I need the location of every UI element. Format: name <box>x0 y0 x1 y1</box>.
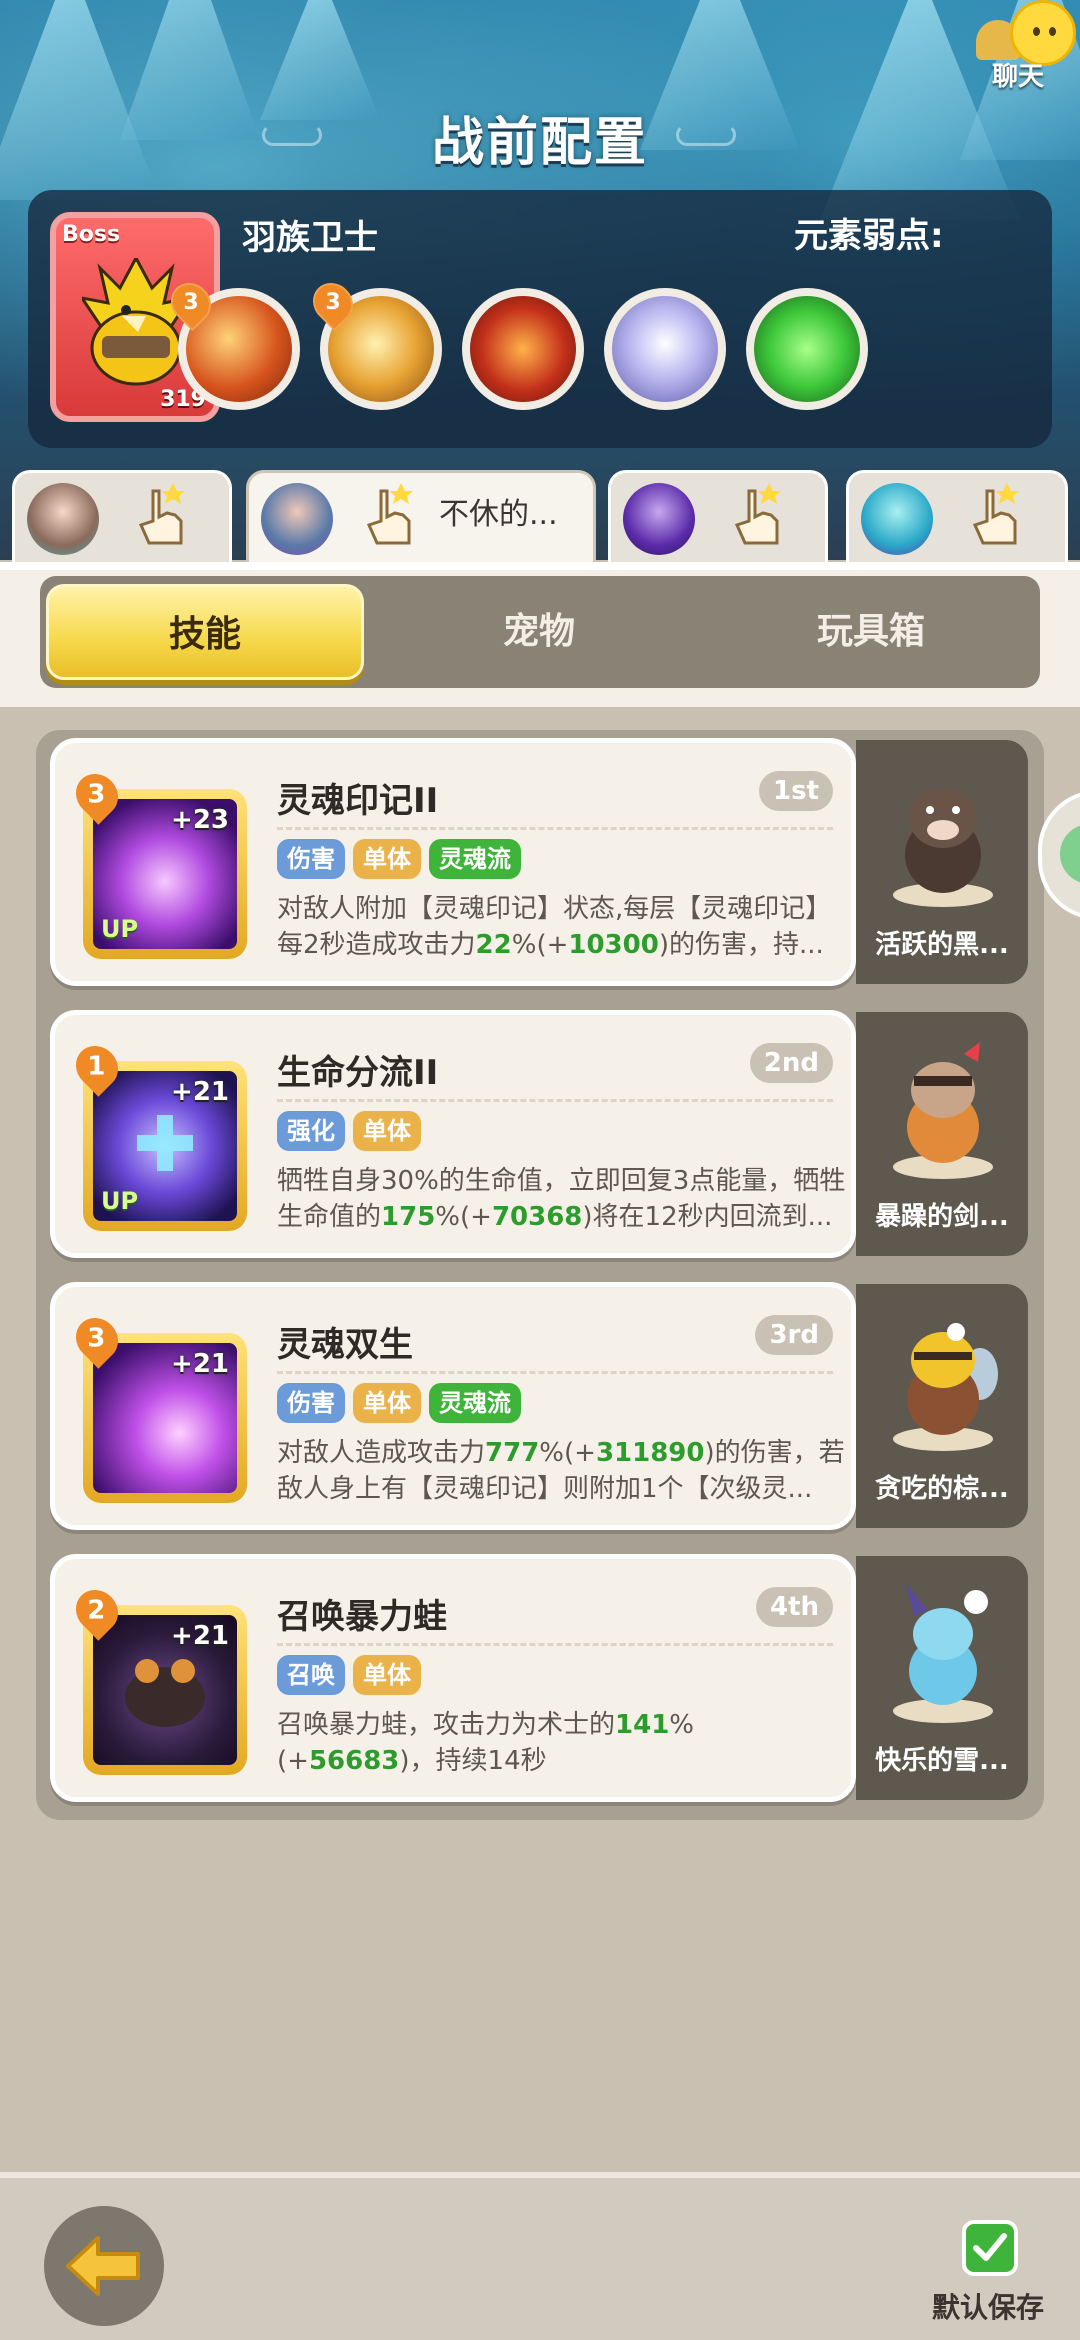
skill-tags: 强化 单体 <box>277 1111 421 1151</box>
skill-plus-level: +21 <box>171 1621 229 1651</box>
hero-avatar <box>861 483 933 555</box>
frog-icon <box>125 1659 205 1727</box>
violent-frog-icon: +21 <box>93 1615 237 1765</box>
tap-hand-icon <box>734 483 781 545</box>
skill-card-1[interactable]: +23 UP 3 灵魂印记II 1st 伤害 单体 灵魂流 对敌人附加【灵魂印记… <box>50 738 856 986</box>
tap-hand-icon <box>972 483 1019 545</box>
skill-description: 对敌人造成攻击力777%(+311890)的伤害，若敌人身上有【灵魂印记】则附加… <box>277 1438 845 1504</box>
skill-card-3[interactable]: +21 3 灵魂双生 3rd 伤害 单体 灵魂流 对敌人造成攻击力777%(+3… <box>50 1282 856 1530</box>
skill-up-tag: UP <box>101 915 139 943</box>
skill-tag: 召唤 <box>277 1655 345 1695</box>
hero-avatar <box>27 483 99 555</box>
element-orb-1[interactable]: 3 <box>162 274 300 410</box>
skill-tag: 伤害 <box>277 839 345 879</box>
skill-title: 灵魂印记II <box>277 781 439 821</box>
team-slot-4[interactable] <box>846 470 1068 565</box>
skill-description: 召唤暴力蛙，攻击力为术士的141%(+56683)，持续14秒 <box>277 1710 695 1776</box>
chat-button[interactable]: 聊天 <box>940 0 1076 100</box>
pet-card-4[interactable]: 快乐的雪... <box>856 1556 1028 1800</box>
tab-skills[interactable]: 技能 <box>46 584 364 680</box>
back-arrow-icon <box>66 2236 140 2296</box>
hero-avatar <box>261 483 333 555</box>
skill-rank: 1st <box>759 771 833 811</box>
boss-name: 羽族卫士 <box>242 218 378 258</box>
skill-plus-level: +23 <box>171 805 229 835</box>
skill-title: 生命分流II <box>277 1053 439 1093</box>
skill-tag: 灵魂流 <box>429 839 521 879</box>
skill-tag: 单体 <box>353 1383 421 1423</box>
divider <box>277 1099 833 1102</box>
team-slot-name: 不休的... <box>439 497 558 532</box>
default-save-label: 默认保存 <box>932 2291 1045 2324</box>
skill-plus-level: +21 <box>171 1077 229 1107</box>
skill-tag: 伤害 <box>277 1383 345 1423</box>
boss-tag: Boss <box>62 222 121 247</box>
tap-hand-icon <box>138 483 185 545</box>
tap-hand-icon <box>366 483 413 545</box>
skill-up-tag: UP <box>101 1187 139 1215</box>
chat-label: 聊天 <box>992 62 1045 92</box>
tab-toybox[interactable]: 玩具箱 <box>712 584 1030 680</box>
skill-tags: 伤害 单体 灵魂流 <box>277 1383 521 1423</box>
element-orb-2[interactable]: 3 <box>304 274 442 410</box>
skill-tag: 单体 <box>353 839 421 879</box>
page-title: 战前配置 <box>431 113 648 173</box>
skill-card-2[interactable]: +21 UP 1 生命分流II 2nd 强化 单体 牺牲自身30%的生命值，立即… <box>50 1010 856 1258</box>
skill-description: 对敌人附加【灵魂印记】状态,每层【灵魂印记】每2秒造成攻击力22%(+10300… <box>277 894 832 960</box>
pet-card-2[interactable]: 暴躁的剑... <box>856 1012 1028 1256</box>
snow-fox-pet-icon <box>893 1584 993 1723</box>
pet-name: 活跃的黑... <box>875 930 1009 960</box>
pet-name: 贪吃的棕... <box>875 1474 1009 1504</box>
skill-title: 灵魂双生 <box>277 1325 413 1365</box>
cross-icon <box>137 1115 193 1171</box>
soul-flame-icon: +23 UP <box>93 799 237 949</box>
skill-tags: 召唤 单体 <box>277 1655 421 1695</box>
skill-tag: 灵魂流 <box>429 1383 521 1423</box>
life-cross-icon: +21 UP <box>93 1071 237 1221</box>
bottom-bar: 默认保存 <box>0 2172 1080 2340</box>
twin-soul-flame-icon: +21 <box>93 1343 237 1493</box>
boar-pet-icon <box>893 788 993 907</box>
team-slot-2[interactable]: 不休的... <box>246 470 596 565</box>
element-orb-4[interactable] <box>604 288 726 410</box>
default-save-checkbox[interactable] <box>962 2220 1018 2276</box>
skill-card-4[interactable]: +21 2 召唤暴力蛙 4th 召唤 单体 召唤暴力蛙，攻击力为术士的141%(… <box>50 1554 856 1802</box>
boss-panel: Boss 319 羽族卫士 元素弱点: 3 3 <box>28 190 1052 448</box>
pet-card-3[interactable]: 贪吃的棕... <box>856 1284 1028 1528</box>
skill-tag: 单体 <box>353 1655 421 1695</box>
divider <box>277 827 833 830</box>
wind-orb-icon <box>612 296 718 402</box>
speech-bubble-icon <box>1060 824 1080 884</box>
element-orb-5[interactable] <box>746 288 868 410</box>
tab-bar: 技能 宠物 玩具箱 <box>40 576 1040 688</box>
divider <box>277 1371 833 1374</box>
skill-description: 牺牲自身30%的生命值，立即回复3点能量，牺牲生命值的175%(+70368)将… <box>277 1166 846 1232</box>
boss-bird-icon <box>82 258 190 386</box>
skill-tags: 伤害 单体 灵魂流 <box>277 839 521 879</box>
pet-name: 暴躁的剑... <box>875 1202 1009 1232</box>
element-weakness-label: 元素弱点: <box>794 216 944 256</box>
team-slot-3[interactable] <box>608 470 828 565</box>
skill-rank: 2nd <box>749 1043 833 1083</box>
skill-rank: 3rd <box>755 1315 833 1355</box>
checkmark-icon <box>973 2233 1007 2261</box>
swordsman-pet-icon <box>893 1042 993 1179</box>
divider <box>277 1643 833 1646</box>
skill-plus-level: +21 <box>171 1349 229 1379</box>
pet-name: 快乐的雪... <box>875 1746 1009 1776</box>
side-chat-bubble[interactable] <box>1038 790 1080 920</box>
back-button[interactable] <box>44 2206 164 2326</box>
skill-title: 召唤暴力蛙 <box>277 1597 447 1637</box>
tab-pets[interactable]: 宠物 <box>380 584 698 680</box>
skill-tag: 强化 <box>277 1111 345 1151</box>
team-slot-1[interactable] <box>12 470 232 565</box>
pet-card-1[interactable]: 活跃的黑... <box>856 740 1028 984</box>
skill-tag: 单体 <box>353 1111 421 1151</box>
hero-avatar <box>623 483 695 555</box>
element-orb-3[interactable] <box>462 288 584 410</box>
poison-slime-orb-icon <box>754 296 860 402</box>
fire-slash-orb-icon <box>470 296 576 402</box>
skill-rank: 4th <box>755 1587 833 1627</box>
bee-bear-pet-icon <box>893 1323 998 1451</box>
